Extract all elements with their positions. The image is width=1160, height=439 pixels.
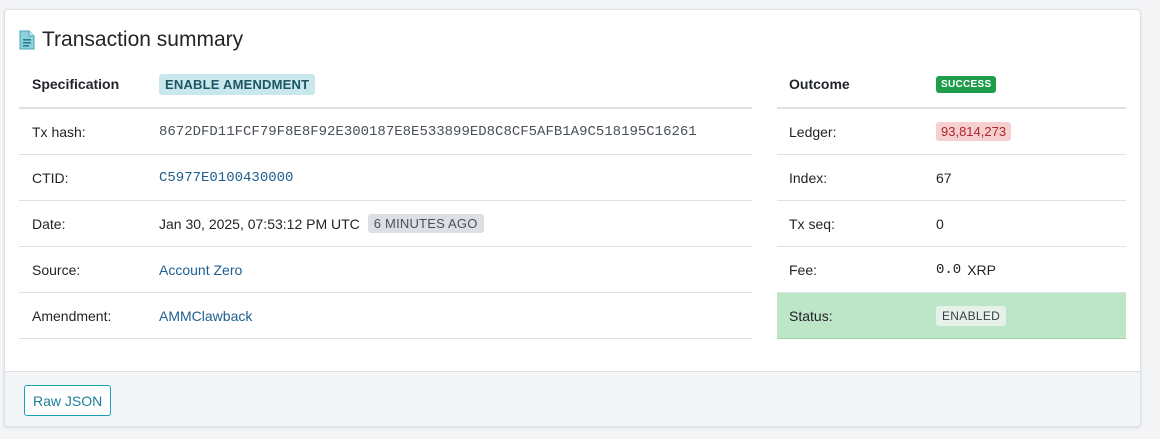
tx-seq-row: Tx seq: 0 — [777, 201, 1126, 247]
card-footer: Raw JSON — [5, 371, 1140, 426]
outcome-header-row: Outcome SUCCESS — [777, 61, 1126, 109]
date-row: Date: Jan 30, 2025, 07:53:12 PM UTC 6 MI… — [19, 201, 752, 247]
transaction-summary-card: Transaction summary Specification ENABLE… — [4, 9, 1141, 427]
card-header: Transaction summary — [19, 26, 243, 54]
page-title: Transaction summary — [42, 28, 244, 51]
source-account-link[interactable]: Account Zero — [159, 262, 242, 278]
fee-row: Fee: 0.0 XRP — [777, 247, 1126, 293]
success-badge: SUCCESS — [936, 75, 997, 93]
specification-header-row: Specification ENABLE AMENDMENT — [19, 61, 752, 109]
specification-table: Specification ENABLE AMENDMENT Tx hash: … — [19, 61, 752, 339]
outcome-header-label: Outcome — [789, 76, 850, 92]
document-icon — [19, 30, 35, 50]
amendment-label: Amendment: — [32, 307, 112, 324]
tx-hash-row: Tx hash: 8672DFD11FCF79F8E8F92E300187E8E… — [19, 109, 752, 155]
index-label: Index: — [789, 169, 828, 186]
ledger-row: Ledger: 93,814,273 — [777, 109, 1126, 155]
amendment-link[interactable]: AMMClawback — [159, 308, 252, 324]
source-label: Source: — [32, 261, 81, 278]
fee-amount: 0.0 — [936, 261, 962, 278]
ledger-link[interactable]: 93,814,273 — [936, 122, 1012, 141]
tx-hash-value: 8672DFD11FCF79F8E8F92E300187E8E533899ED8… — [159, 123, 697, 140]
ledger-label: Ledger: — [789, 123, 837, 140]
amendment-row: Amendment: AMMClawback — [19, 293, 752, 339]
date-value: Jan 30, 2025, 07:53:12 PM UTC — [159, 215, 360, 232]
specification-header-label: Specification — [32, 76, 120, 92]
fee-currency: XRP — [967, 261, 997, 278]
ctid-row: CTID: C5977E0100430000 — [19, 155, 752, 201]
outcome-table: Outcome SUCCESS Ledger: 93,814,273 Index… — [777, 61, 1126, 339]
tx-hash-label: Tx hash: — [32, 123, 86, 140]
status-label: Status: — [789, 307, 833, 324]
tx-seq-value: 0 — [936, 215, 944, 232]
tx-seq-label: Tx seq: — [789, 215, 835, 232]
raw-json-button[interactable]: Raw JSON — [24, 385, 112, 416]
source-row: Source: Account Zero — [19, 247, 752, 293]
ctid-label: CTID: — [32, 169, 69, 186]
status-badge: ENABLED — [936, 305, 1007, 326]
ctid-link[interactable]: C5977E0100430000 — [159, 170, 293, 186]
time-ago-badge: 6 MINUTES AGO — [367, 214, 484, 233]
index-row: Index: 67 — [777, 155, 1126, 201]
date-label: Date: — [32, 215, 66, 232]
transaction-type-badge: ENABLE AMENDMENT — [159, 73, 316, 95]
status-row: Status: ENABLED — [777, 293, 1126, 339]
fee-label: Fee: — [789, 261, 818, 278]
index-value: 67 — [936, 169, 952, 186]
